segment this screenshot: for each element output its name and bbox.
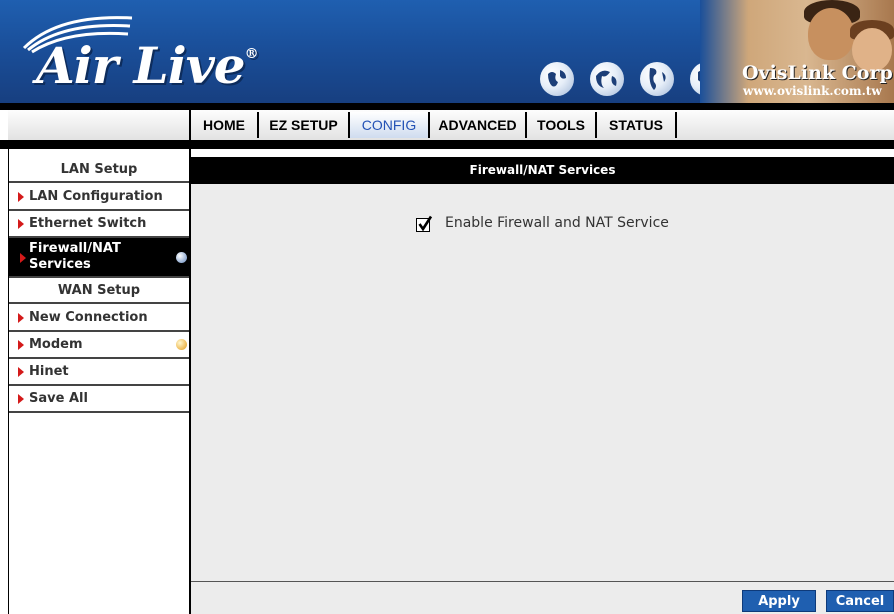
status-dot-icon bbox=[176, 252, 187, 263]
sidebar-header-wan: WAN Setup bbox=[9, 278, 189, 304]
arrow-right-icon bbox=[18, 219, 24, 229]
nav-spacer bbox=[8, 110, 191, 140]
sidebar-item-ethernet-switch[interactable]: Ethernet Switch bbox=[9, 211, 189, 238]
enable-firewall-checkbox[interactable] bbox=[416, 215, 433, 232]
sidebar-item-label: Save All bbox=[29, 391, 88, 406]
arrow-right-icon bbox=[18, 192, 24, 202]
divider bbox=[0, 140, 894, 149]
tab-home[interactable]: HOME bbox=[191, 112, 259, 138]
enable-firewall-label: Enable Firewall and NAT Service bbox=[445, 215, 669, 231]
globe-icon bbox=[540, 62, 574, 96]
sidebar-item-modem[interactable]: Modem bbox=[9, 332, 189, 359]
tab-status[interactable]: STATUS bbox=[597, 112, 677, 138]
globe-icon bbox=[640, 62, 674, 96]
arrow-right-icon bbox=[18, 340, 24, 350]
tab-config[interactable]: CONFIG bbox=[350, 112, 430, 138]
sidebar-item-firewall-nat-services[interactable]: Firewall/NAT Services bbox=[9, 238, 189, 278]
sidebar-item-label: Firewall/NAT Services bbox=[29, 241, 121, 272]
status-dot-icon bbox=[176, 339, 187, 350]
sidebar-item-new-connection[interactable]: New Connection bbox=[9, 305, 189, 332]
header-banner: Air Live® OvisLink Corp. www.ovislink.co… bbox=[0, 0, 894, 103]
globe-icon bbox=[590, 62, 624, 96]
tab-ez-setup[interactable]: EZ SETUP bbox=[259, 112, 350, 138]
corp-name: OvisLink Corp. bbox=[742, 62, 894, 84]
sidebar-header-lan: LAN Setup bbox=[9, 157, 189, 183]
sidebar-item-label: Ethernet Switch bbox=[29, 216, 147, 231]
checkmark-icon bbox=[418, 215, 433, 232]
arrow-right-icon bbox=[20, 253, 26, 263]
tab-advanced[interactable]: ADVANCED bbox=[430, 112, 527, 138]
divider bbox=[0, 103, 894, 110]
tab-tools[interactable]: TOOLS bbox=[527, 112, 597, 138]
sidebar-item-save-all[interactable]: Save All bbox=[9, 386, 189, 413]
arrow-right-icon bbox=[18, 394, 24, 404]
sidebar-item-label: New Connection bbox=[29, 310, 148, 325]
sidebar-item-label: LAN Configuration bbox=[29, 189, 163, 204]
apply-button[interactable]: Apply bbox=[742, 590, 816, 612]
corp-url: www.ovislink.com.tw bbox=[743, 84, 882, 98]
sidebar-item-label: Hinet bbox=[29, 364, 69, 379]
spacer bbox=[191, 149, 894, 154]
sidebar-item-label: Modem bbox=[29, 337, 83, 352]
arrow-right-icon bbox=[18, 313, 24, 323]
arrow-right-icon bbox=[18, 367, 24, 377]
sidebar-item-hinet[interactable]: Hinet bbox=[9, 359, 189, 386]
section-title: Firewall/NAT Services bbox=[191, 157, 894, 184]
sidebar-item-lan-configuration[interactable]: LAN Configuration bbox=[9, 184, 189, 211]
cancel-button[interactable]: Cancel bbox=[826, 590, 894, 612]
main-panel bbox=[191, 184, 894, 581]
airlive-logo: Air Live® bbox=[36, 36, 259, 95]
